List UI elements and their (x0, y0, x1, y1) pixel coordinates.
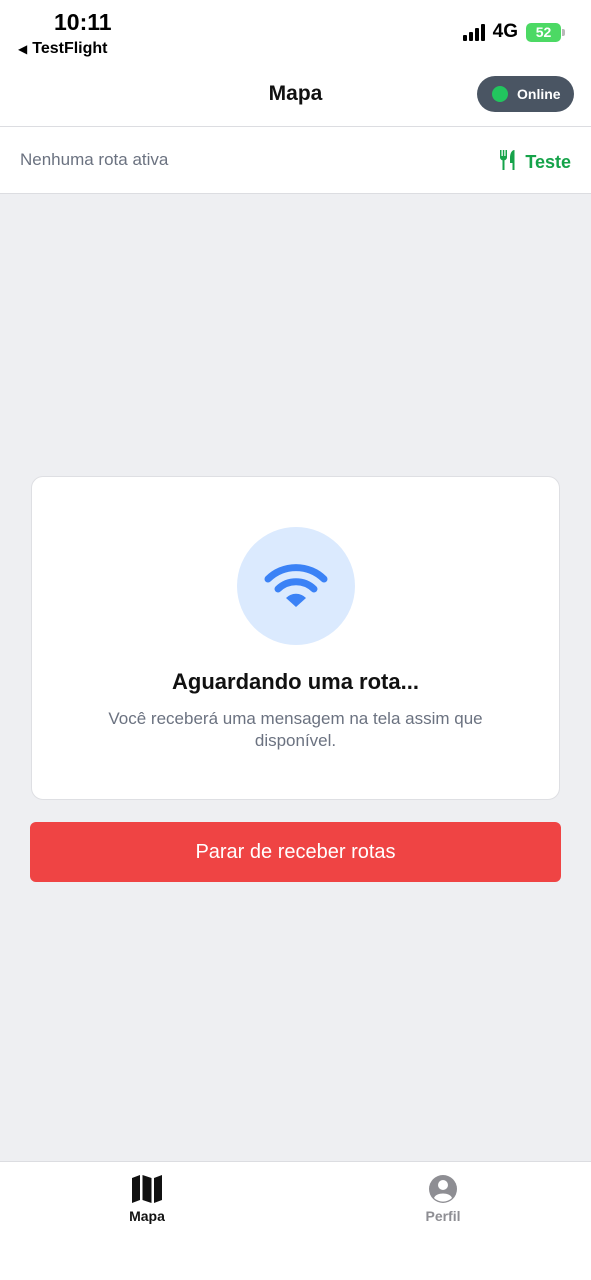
back-app-label: TestFlight (32, 40, 108, 57)
waiting-message: Você receberá uma mensagem na tela assim… (108, 709, 483, 750)
online-status-toggle[interactable]: Online (477, 76, 574, 112)
stop-receiving-routes-button[interactable]: Parar de receber rotas (30, 822, 561, 882)
back-to-app-link[interactable]: ◀ TestFlight (18, 40, 107, 58)
online-status-label: Online (517, 86, 561, 102)
wifi-icon (264, 564, 328, 607)
app-screen: 10:11 ◀ TestFlight 4G 52 Mapa Online Nen… (0, 0, 591, 1280)
restaurant-label: Teste (525, 152, 571, 172)
top-header: Mapa Online (0, 70, 591, 127)
tab-map-label: Mapa (129, 1208, 165, 1224)
map-icon (132, 1175, 162, 1203)
online-status-dot (492, 86, 508, 102)
waiting-route-card: Aguardando uma rota... Você receberá uma… (31, 476, 560, 800)
network-type: 4G (492, 21, 518, 42)
tab-profile[interactable]: Perfil (363, 1174, 523, 1234)
battery-icon: 52 (526, 22, 565, 42)
tab-map[interactable]: Mapa (67, 1174, 227, 1234)
cellular-signal-icon (462, 23, 485, 41)
status-bar: 10:11 ◀ TestFlight 4G 52 (0, 0, 591, 70)
wifi-icon-container (237, 527, 355, 645)
route-status-text: Nenhuma rota ativa (20, 150, 169, 169)
battery-level: 52 (535, 24, 552, 40)
status-time: 10:11 (54, 9, 112, 35)
bottom-tab-bar: Mapa Perfil (0, 1161, 591, 1280)
restaurant-selector[interactable]: Teste (499, 149, 571, 176)
user-circle-icon (429, 1175, 457, 1203)
back-arrow-icon: ◀ (18, 42, 28, 56)
status-indicators: 4G 52 (462, 21, 565, 43)
tab-profile-label: Perfil (425, 1208, 461, 1224)
utensils-icon (499, 149, 519, 176)
route-info-bar: Nenhuma rota ativa Teste (0, 127, 591, 194)
waiting-title: Aguardando uma rota... (172, 669, 419, 694)
